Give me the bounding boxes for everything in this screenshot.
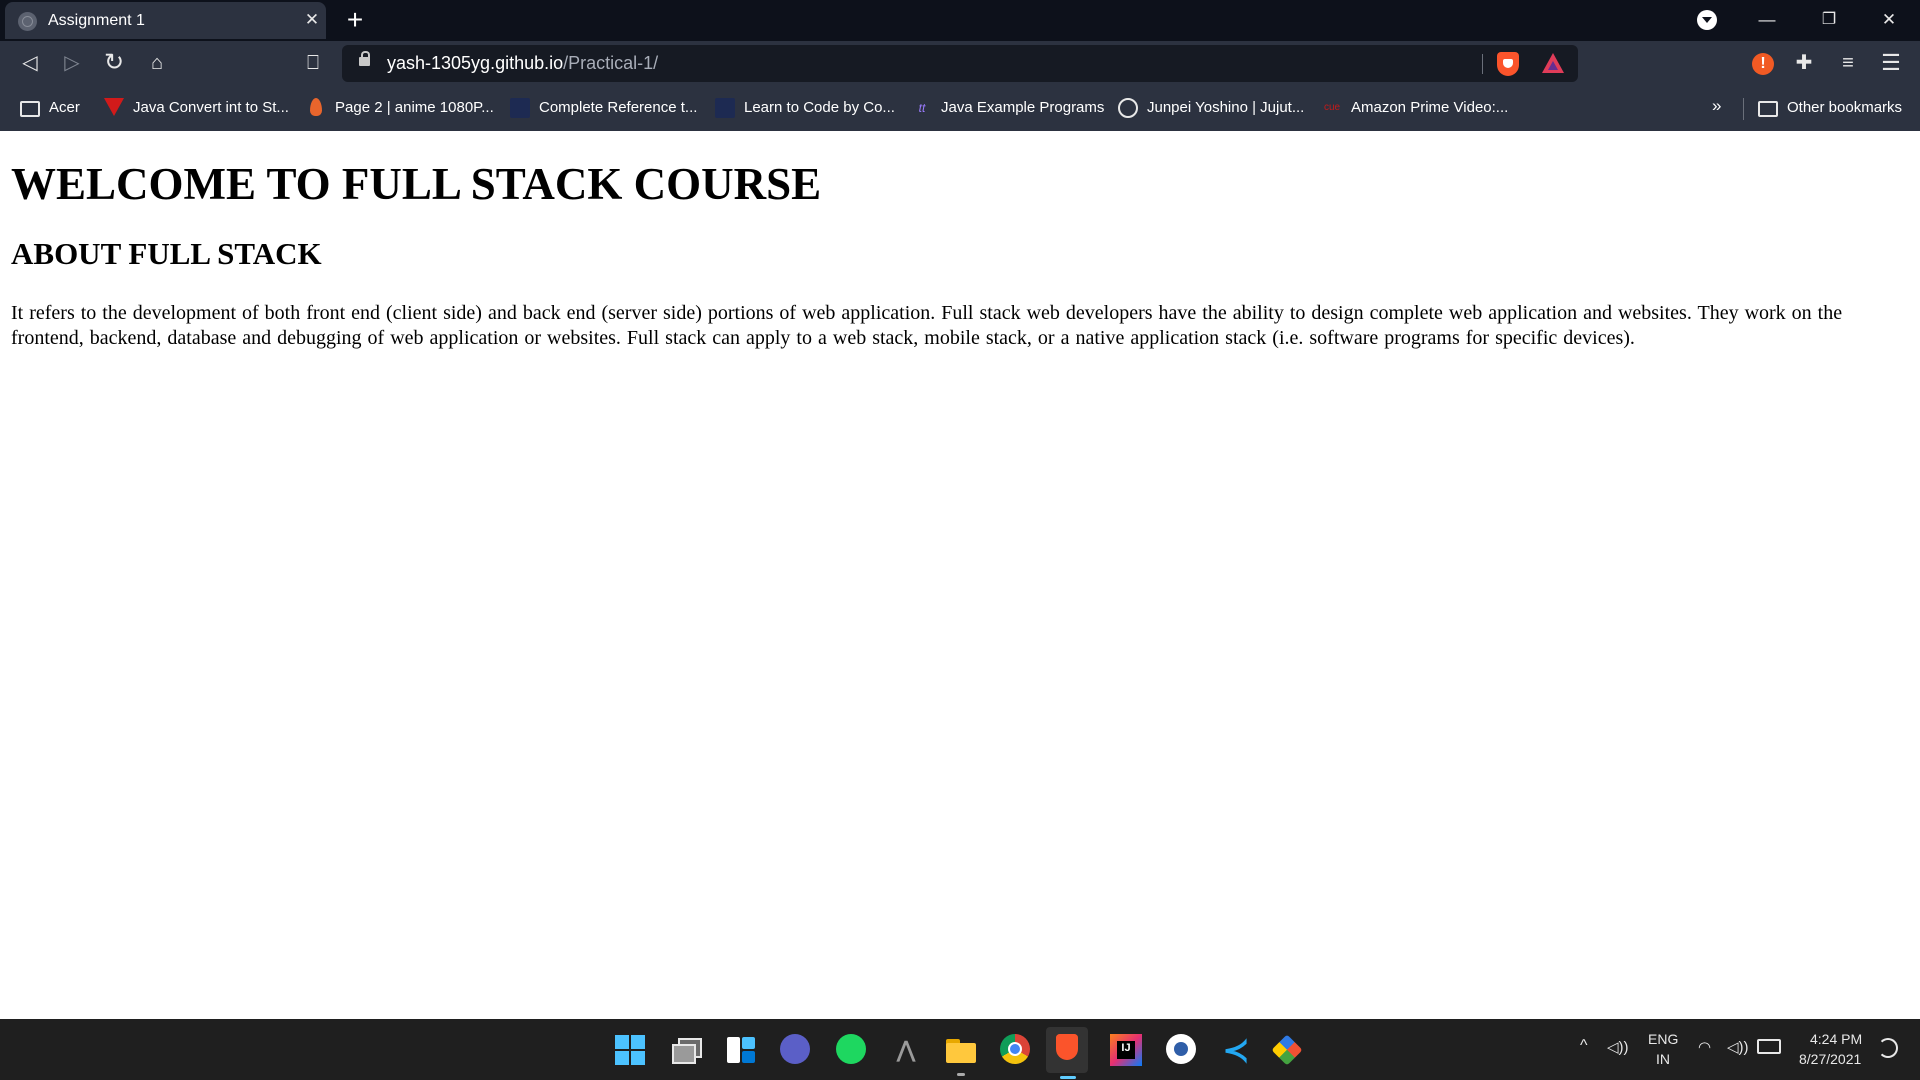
url-text[interactable]: yash-1305yg.github.io/Practical-1/ bbox=[387, 53, 658, 74]
widgets-icon[interactable] bbox=[725, 1034, 757, 1066]
site-icon bbox=[510, 98, 530, 118]
section-heading: ABOUT FULL STACK bbox=[11, 236, 322, 271]
bookmark-label: Amazon Prime Video:... bbox=[1351, 99, 1509, 116]
address-bar-divider bbox=[1482, 54, 1483, 74]
bookmark-label: Java Convert int to St... bbox=[133, 99, 289, 116]
start-icon[interactable] bbox=[615, 1035, 645, 1065]
page-title: WELCOME TO FULL STACK COURSE bbox=[11, 159, 822, 209]
site-icon bbox=[715, 98, 735, 118]
wifi-icon[interactable]: ◠ bbox=[1698, 1038, 1711, 1056]
bookmark-label: Acer bbox=[49, 99, 80, 116]
bookmarks-overflow-icon[interactable]: » bbox=[1712, 96, 1721, 116]
region-indicator[interactable]: IN bbox=[1656, 1051, 1670, 1067]
clock-time[interactable]: 4:24 PM bbox=[1810, 1031, 1862, 1047]
git-icon[interactable] bbox=[1271, 1034, 1303, 1066]
globe-icon bbox=[18, 12, 37, 31]
bookmark-label: Java Example Programs bbox=[941, 99, 1105, 116]
close-window-button[interactable]: ✕ bbox=[1866, 6, 1912, 34]
volume-icon[interactable]: ◁)) bbox=[1727, 1038, 1749, 1056]
battery-icon[interactable] bbox=[1757, 1039, 1781, 1054]
minimize-button[interactable]: — bbox=[1744, 6, 1790, 34]
tab-assignment-1[interactable]: Assignment 1 ✕ bbox=[5, 2, 326, 39]
tab-strip: Assignment 1 ✕ + — ❐ ✕ bbox=[0, 0, 1920, 41]
bookmark-icon[interactable]: ⎕ bbox=[300, 50, 326, 76]
url-host: yash-1305yg.github.io bbox=[387, 53, 564, 73]
about-paragraph: It refers to the development of both fro… bbox=[11, 302, 1843, 349]
browser-toolbar: ◁ ▷ ↻ ⌂ ⎕ yash-1305yg.github.io/Practica… bbox=[0, 41, 1920, 86]
forward-icon[interactable]: ▷ bbox=[59, 50, 85, 76]
show-hidden-icons-icon[interactable]: ^ bbox=[1580, 1037, 1588, 1055]
clock-date[interactable]: 8/27/2021 bbox=[1799, 1051, 1861, 1067]
bookmarks-divider bbox=[1743, 98, 1744, 120]
tab-title: Assignment 1 bbox=[48, 12, 145, 29]
task-view-icon[interactable] bbox=[670, 1034, 702, 1066]
url-path: /Practical-1/ bbox=[563, 53, 659, 73]
reload-icon[interactable]: ↻ bbox=[101, 50, 127, 76]
warning-icon[interactable]: ! bbox=[1752, 53, 1774, 75]
language-indicator[interactable]: ENG bbox=[1648, 1031, 1678, 1047]
bookmark-label: Complete Reference t... bbox=[539, 99, 698, 116]
vscode-icon[interactable]: ≺ bbox=[1220, 1034, 1252, 1066]
vpn-icon[interactable] bbox=[1166, 1034, 1196, 1064]
bookmark-label: Page 2 | anime 1080P... bbox=[335, 99, 494, 116]
bookmark-label: Other bookmarks bbox=[1787, 99, 1903, 116]
home-icon[interactable]: ⌂ bbox=[144, 50, 170, 76]
text-logo-icon: cue bbox=[1323, 102, 1341, 113]
menu-icon[interactable]: ☰ bbox=[1878, 50, 1904, 76]
taskbar: ⋀ ≺ ^ ◁)) ENG IN ◠ ◁)) 4:24 PM 8/27/2021 bbox=[0, 1019, 1920, 1080]
restore-button[interactable]: ❐ bbox=[1806, 6, 1852, 34]
chat-icon[interactable] bbox=[780, 1034, 810, 1064]
openai-logo-icon bbox=[1118, 98, 1138, 118]
bookmarks-bar: Acer Java Convert int to St... Page 2 | … bbox=[0, 86, 1920, 131]
triangle-logo-icon bbox=[104, 98, 124, 116]
bookmark-label: Learn to Code by Co... bbox=[744, 99, 895, 116]
brave-icon[interactable] bbox=[1046, 1027, 1088, 1079]
tab-close-icon[interactable]: ✕ bbox=[301, 9, 323, 31]
new-tab-button[interactable]: + bbox=[340, 5, 370, 35]
back-icon[interactable]: ◁ bbox=[17, 50, 43, 76]
brave-shields-icon[interactable] bbox=[1497, 52, 1519, 76]
predator-sense-icon[interactable]: ⋀ bbox=[890, 1034, 922, 1066]
tab-search-icon[interactable] bbox=[1697, 10, 1717, 30]
intellij-idea-icon[interactable] bbox=[1110, 1034, 1142, 1066]
notifications-icon[interactable] bbox=[1878, 1038, 1898, 1058]
file-explorer-icon[interactable] bbox=[945, 1034, 977, 1076]
flame-icon bbox=[310, 98, 322, 116]
extensions-icon[interactable]: ✚ bbox=[1791, 50, 1817, 76]
folder-icon bbox=[1758, 101, 1778, 117]
address-bar[interactable]: yash-1305yg.github.io/Practical-1/ bbox=[342, 45, 1578, 82]
brave-rewards-icon[interactable] bbox=[1542, 53, 1564, 73]
tt-logo-icon: tt bbox=[918, 101, 926, 115]
lock-icon[interactable] bbox=[359, 51, 370, 66]
page-content: WELCOME TO FULL STACK COURSE ABOUT FULL … bbox=[0, 131, 1920, 1019]
chrome-icon[interactable] bbox=[1000, 1034, 1030, 1064]
audio-device-icon[interactable]: ◁)) bbox=[1607, 1038, 1629, 1056]
spotify-icon[interactable] bbox=[836, 1034, 866, 1064]
folder-icon bbox=[20, 101, 40, 117]
media-controls-icon[interactable]: ≡ bbox=[1835, 50, 1861, 76]
bookmark-label: Junpei Yoshino | Jujut... bbox=[1147, 99, 1305, 116]
